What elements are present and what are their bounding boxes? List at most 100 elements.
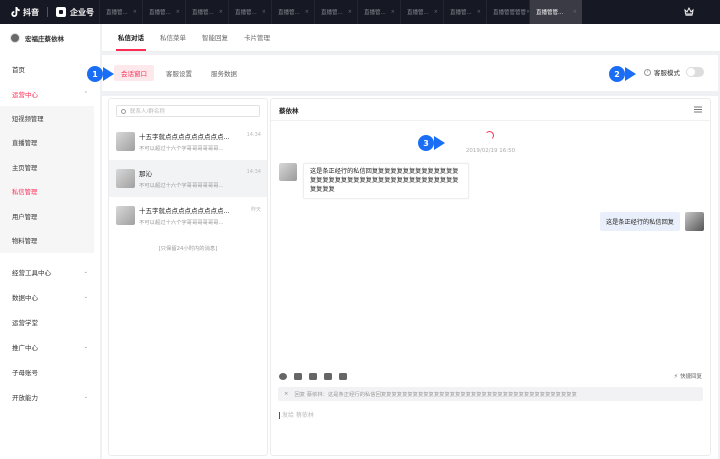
- sidebar-item-label: 短视频管理: [12, 115, 44, 123]
- text-caret: [279, 412, 280, 419]
- tab-label: 直播管...: [407, 10, 429, 16]
- tab-smart-reply[interactable]: 智能回复: [194, 23, 236, 51]
- douyin-icon: [11, 6, 20, 17]
- close-icon[interactable]: ×: [262, 9, 266, 15]
- close-icon[interactable]: ×: [434, 9, 438, 15]
- sidebar-item-ops-center[interactable]: 运营中心 ⌃: [0, 81, 100, 106]
- help-icon[interactable]: ?: [644, 68, 651, 76]
- sidebar-item-label: 开放能力: [12, 393, 38, 402]
- close-icon[interactable]: ×: [219, 9, 223, 15]
- search-icon: [121, 108, 126, 114]
- quick-reply-button[interactable]: ⚡ 快捷回复: [674, 372, 702, 381]
- calendar-icon[interactable]: [324, 372, 332, 380]
- window-tab[interactable]: 直播管... ×: [185, 0, 228, 24]
- tab-dm-menu[interactable]: 私信菜单: [152, 23, 194, 51]
- composer-toolbar: ⚡ 快捷回复: [271, 369, 710, 383]
- window-tab[interactable]: 直播管... ×: [400, 0, 443, 24]
- close-icon[interactable]: ×: [133, 9, 137, 15]
- window-tab[interactable]: 直播管... ×: [357, 0, 400, 24]
- reply-input[interactable]: 发给 蔡依林: [279, 410, 314, 419]
- list-item[interactable]: 十五字就点点点点点点点点点... 不可以超过十六个字哥哥哥哥哥哥... 昨天: [109, 197, 267, 234]
- close-icon[interactable]: ×: [176, 9, 180, 15]
- list-item[interactable]: 那沁 不可以超过十六个字哥哥哥哥哥哥... 14:34: [109, 160, 267, 197]
- outgoing-message: 这是条正经行的私信回复: [599, 212, 704, 231]
- sidebar-item-data-center[interactable]: 数据中心 ⌄: [0, 284, 100, 309]
- reply-placeholder: 发给 蔡依林: [282, 412, 314, 419]
- enterprise-icon: [56, 7, 66, 17]
- annotation-arrow-2: [625, 67, 636, 81]
- users-icon[interactable]: [309, 372, 317, 380]
- folder-icon[interactable]: [339, 372, 347, 380]
- sidebar-item-label: 经营工具中心: [12, 268, 51, 277]
- window-tab[interactable]: 直播管管管管×: [486, 0, 529, 24]
- douyin-label: 抖音: [23, 7, 39, 17]
- sidebar-item-video-mgmt[interactable]: 短视频管理: [0, 106, 94, 131]
- sidebar-item-label: 物料管理: [12, 238, 38, 246]
- tab-label: 直播管...: [149, 10, 171, 16]
- conversation-preview: 不可以超过十六个字哥哥哥哥哥哥...: [139, 146, 224, 152]
- tab-service-data[interactable]: 服务数据: [204, 65, 244, 81]
- tab-card-mgmt[interactable]: 卡片管理: [236, 23, 278, 51]
- avatar: [685, 212, 704, 231]
- emoji-icon[interactable]: [279, 372, 287, 380]
- tab-dm-conversation[interactable]: 私信对话: [110, 23, 152, 51]
- conversation-text: 十五字就点点点点点点点点点... 不可以超过十六个字哥哥哥哥哥哥...: [139, 131, 260, 152]
- sidebar-item-promo-center[interactable]: 推广中心 ⌄: [0, 334, 100, 359]
- sidebar-item-dm-mgmt[interactable]: 私信管理: [0, 180, 94, 205]
- close-icon[interactable]: ×: [391, 9, 395, 15]
- tab-label: 私信菜单: [160, 34, 186, 42]
- close-icon[interactable]: ×: [305, 9, 309, 15]
- sidebar-item-sub-accounts[interactable]: 子母账号: [0, 359, 100, 384]
- window-tab[interactable]: 直播管... ×: [271, 0, 314, 24]
- tab-cs-settings[interactable]: 客服设置: [159, 65, 199, 81]
- sidebar-item-label: 私信管理: [12, 189, 38, 197]
- message-bubble: 这是条正经行的私信回复: [599, 212, 680, 231]
- close-icon[interactable]: ×: [284, 391, 288, 397]
- search-input[interactable]: 联系人/群名称: [116, 105, 260, 117]
- sidebar-item-home[interactable]: 首页: [0, 56, 100, 81]
- incoming-message: 这是条正经行的私信回复复复复复复复复复复复复复复复复复复复复复复复复复复复复复复…: [279, 163, 469, 200]
- close-icon[interactable]: ×: [348, 9, 352, 15]
- brand-logo[interactable]: 抖音 企业号: [0, 0, 94, 24]
- conversation-time: 14:34: [246, 132, 261, 138]
- avatar: [116, 206, 135, 225]
- window-tab[interactable]: 直播管... ×: [443, 0, 486, 24]
- cs-mode-label: 客服模式: [654, 69, 680, 77]
- loading-spinner-icon: [485, 131, 494, 140]
- tab-label: 智能回复: [202, 34, 228, 42]
- window-tab[interactable]: 直播管... ×: [99, 0, 142, 24]
- dm-tabs: 私信对话 私信菜单 智能回复 卡片管理: [102, 24, 720, 52]
- window-tab[interactable]: 直播管... ×: [228, 0, 271, 24]
- cs-mode-toggle[interactable]: [686, 67, 704, 77]
- settings-icon[interactable]: [694, 106, 702, 113]
- window-tab-active[interactable]: 直播管管... ×: [529, 0, 582, 24]
- crown-icon[interactable]: [684, 7, 694, 16]
- close-icon[interactable]: ×: [573, 9, 577, 15]
- tab-label: 直播管管管管: [493, 10, 527, 16]
- sidebar-item-label: 首页: [12, 65, 25, 74]
- chevron-down-icon: ⌄: [83, 343, 88, 350]
- window-tab[interactable]: 直播管... ×: [142, 0, 185, 24]
- tab-label: 直播管...: [450, 10, 472, 16]
- tab-label: 会话窗口: [121, 70, 147, 78]
- sidebar-item-biz-tools[interactable]: 经营工具中心 ⌄: [0, 259, 100, 284]
- sidebar-item-homepage-mgmt[interactable]: 主页管理: [0, 155, 94, 180]
- sidebar: 宏福庄蔡依林 首页 运营中心 ⌃ 短视频管理 直播管理 主页管理 私信管理 用户管…: [0, 24, 100, 459]
- tab-session-window[interactable]: 会话窗口: [114, 65, 154, 81]
- sidebar-item-ops-academy[interactable]: 运营学堂: [0, 309, 100, 334]
- tab-label: 私信对话: [118, 34, 144, 42]
- sidebar-item-material-mgmt[interactable]: 物料管理: [0, 229, 94, 254]
- sidebar-nav: 首页 运营中心 ⌃ 短视频管理 直播管理 主页管理 私信管理 用户管理 物料管理 …: [0, 56, 100, 409]
- sidebar-item-open-ability[interactable]: 开放能力 ⌄: [0, 384, 100, 409]
- tab-label: 直播管...: [106, 10, 128, 16]
- card-icon[interactable]: [294, 372, 302, 380]
- conversation-name: 那沁: [139, 170, 152, 178]
- annotation-marker-1: 1: [87, 66, 103, 82]
- sidebar-item-live-mgmt[interactable]: 直播管理: [0, 131, 94, 156]
- sidebar-item-label: 运营学堂: [12, 318, 38, 327]
- list-item[interactable]: 十五字就点点点点点点点点点... 不可以超过十六个字哥哥哥哥哥哥... 14:3…: [109, 123, 267, 160]
- sidebar-item-user-mgmt[interactable]: 用户管理: [0, 204, 94, 229]
- account-switcher[interactable]: 宏福庄蔡依林: [0, 24, 100, 52]
- window-tab[interactable]: 直播管... ×: [314, 0, 357, 24]
- close-icon[interactable]: ×: [477, 9, 481, 15]
